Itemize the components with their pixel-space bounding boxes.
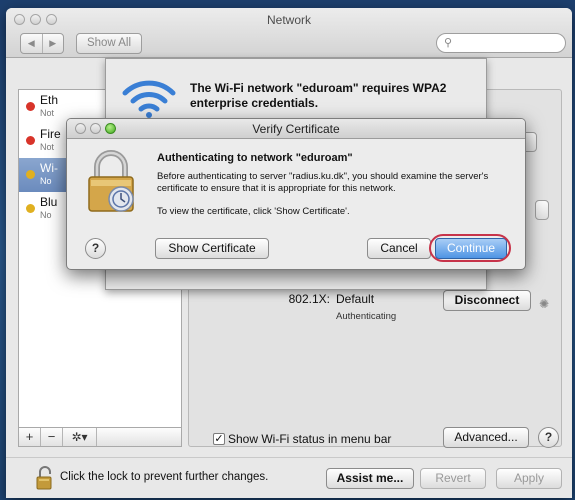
verify-certificate-dialog: Verify Certificate Authenticating to net… [66, 118, 526, 270]
authentication-status: Authenticating [336, 311, 397, 322]
dialog-heading: Authenticating to network "eduroam" [157, 152, 353, 164]
unlocked-lock-icon[interactable] [36, 466, 54, 490]
padlock-icon [88, 150, 134, 212]
revert-button[interactable]: Revert [420, 468, 486, 489]
window-title: Network [266, 13, 311, 27]
service-list-toolbar: + − ✲▾ [18, 427, 182, 447]
service-status: Not [40, 108, 55, 118]
dialog-help-button[interactable]: ? [85, 238, 106, 259]
service-status: Not [40, 142, 55, 152]
progress-spinner-icon: ✺ [539, 297, 550, 311]
8021x-row: 802.1X: Default [278, 292, 374, 306]
status-dot-red [26, 136, 35, 145]
wifi-icon [122, 80, 176, 118]
gear-icon[interactable]: ✲▾ [63, 428, 97, 446]
service-name: Fire [40, 127, 61, 141]
show-wifi-status-label: Show Wi-Fi status in menu bar [228, 432, 392, 446]
show-wifi-status-checkbox[interactable]: ✓ [213, 433, 225, 445]
back-icon[interactable]: ◀ [21, 34, 42, 53]
dialog-explanation: Before authenticating to server "radius.… [157, 171, 489, 194]
show-certificate-button[interactable]: Show Certificate [155, 238, 269, 259]
status-dot-red [26, 102, 35, 111]
8021x-label: 802.1X: [288, 292, 330, 306]
advanced-button[interactable]: Advanced... [443, 427, 529, 448]
help-button[interactable]: ? [538, 427, 559, 448]
service-status: No [40, 176, 52, 186]
status-dot-yellow [26, 204, 35, 213]
search-icon: ⚲ [444, 37, 453, 49]
service-name: Eth [40, 93, 59, 107]
disconnect-button[interactable]: Disconnect [443, 290, 531, 311]
dialog-title-bar: Verify Certificate [67, 119, 525, 139]
service-name: Wi- [40, 161, 58, 175]
remove-service-button[interactable]: − [41, 428, 63, 446]
forward-icon[interactable]: ▶ [41, 34, 64, 53]
lock-message: Click the lock to prevent further change… [60, 471, 269, 483]
title-bar: Network ◀ ▶ Show All ⚲ [6, 8, 572, 58]
search-field[interactable]: ⚲ [436, 33, 566, 53]
8021x-value: Default [336, 292, 375, 306]
service-status: No [40, 210, 52, 220]
dialog-title: Verify Certificate [252, 122, 340, 136]
service-name: Blu [40, 195, 58, 209]
continue-highlight-ring [429, 234, 511, 262]
show-all-button[interactable]: Show All [76, 33, 142, 54]
assist-me-button[interactable]: Assist me... [326, 468, 414, 489]
bottom-bar: Click the lock to prevent further change… [6, 457, 572, 498]
panel-popup-partial[interactable] [535, 200, 549, 220]
show-wifi-status-option[interactable]: ✓ Show Wi-Fi status in menu bar [213, 432, 391, 446]
status-dot-yellow [26, 170, 35, 179]
dialog-instruction: To view the certificate, click 'Show Cer… [157, 206, 350, 217]
back-forward-control[interactable]: ◀ ▶ [20, 33, 64, 54]
sheet-message: The Wi-Fi network "eduroam" requires WPA… [190, 81, 447, 110]
cancel-button[interactable]: Cancel [367, 238, 431, 259]
apply-button[interactable]: Apply [496, 468, 562, 489]
add-service-button[interactable]: + [19, 428, 41, 446]
